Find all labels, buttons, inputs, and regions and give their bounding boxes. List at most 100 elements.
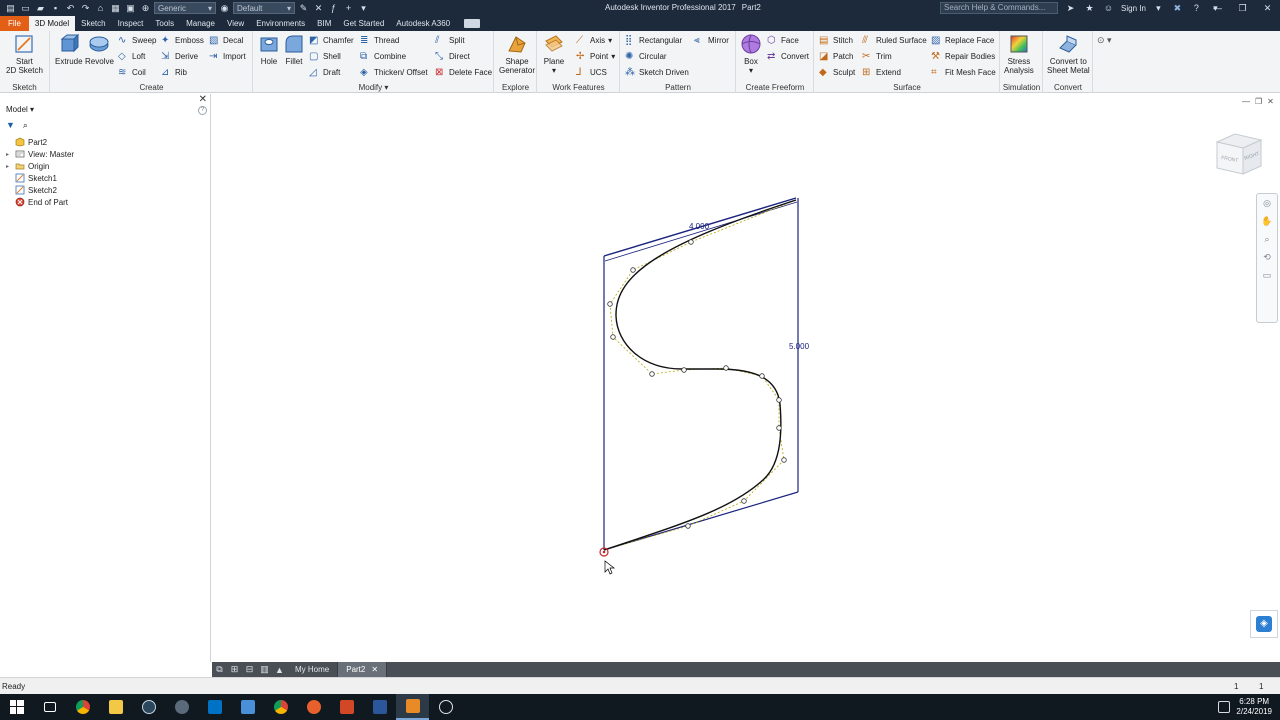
spline-point[interactable] (776, 425, 782, 431)
fit-mesh-face-button[interactable]: ⌗ Fit Mesh Face (931, 66, 996, 79)
spline-point[interactable] (759, 373, 765, 379)
chevron-down-icon[interactable]: ▾ (384, 83, 388, 92)
tab-3d-model[interactable]: 3D Model (28, 16, 76, 31)
filter-icon[interactable]: ▼ (6, 120, 15, 131)
shell-button[interactable]: ▢ Shell (309, 50, 341, 63)
fillet-button[interactable]: Fillet (283, 33, 305, 66)
project-icon[interactable]: ▦ (109, 2, 122, 15)
windows-start-icon[interactable] (0, 694, 33, 720)
tab-manage[interactable]: Manage (180, 16, 221, 31)
split-button[interactable]: ⫽ Split (435, 34, 465, 47)
tile-icon[interactable]: ⊞ (227, 662, 242, 677)
close-icon[interactable]: ✕ (199, 94, 207, 105)
powerpoint-icon[interactable] (330, 694, 363, 720)
rib-button[interactable]: ⊿ Rib (161, 66, 187, 79)
point-button[interactable]: ✢ Point ▾ (576, 50, 615, 63)
cascade-icon[interactable]: ⧉ (212, 662, 227, 677)
tab-part2[interactable]: Part2 ✕ (338, 662, 388, 677)
plus-icon[interactable]: + (342, 2, 355, 15)
sketch-driven-pattern-button[interactable]: ⁂ Sketch Driven (625, 66, 689, 79)
tab-tools[interactable]: Tools (149, 16, 180, 31)
close-x-icon[interactable]: ✖ (1171, 2, 1184, 15)
spline-point[interactable] (776, 397, 782, 403)
spline-point[interactable] (610, 334, 616, 340)
search-go-icon[interactable]: ➤ (1064, 2, 1077, 15)
patch-button[interactable]: ◪ Patch (819, 50, 853, 63)
mirror-button[interactable]: ⫷ Mirror (694, 34, 729, 47)
restore-icon[interactable]: ❐ (1236, 2, 1249, 15)
spline-point[interactable] (630, 267, 636, 273)
browser-header[interactable]: Model ▾ (6, 105, 34, 114)
viewcube[interactable]: FRONT RIGHT (1213, 130, 1265, 180)
tab-inspect[interactable]: Inspect (112, 16, 150, 31)
hole-button[interactable]: Hole (258, 33, 280, 66)
sweep-button[interactable]: ∿ Sweep (118, 34, 156, 47)
start-2d-sketch-button[interactable]: Start 2D Sketch (6, 33, 43, 75)
sketch-profile[interactable] (603, 197, 799, 551)
chrome-2-icon[interactable] (264, 694, 297, 720)
steam-icon[interactable] (132, 694, 165, 720)
tab-get-started[interactable]: Get Started (337, 16, 390, 31)
axis-button[interactable]: ⟋ Axis ▾ (576, 34, 612, 47)
chrome-icon[interactable] (66, 694, 99, 720)
plane-button[interactable]: Plane ▾ (543, 33, 565, 75)
tree-item-sketch1[interactable]: Sketch1 (6, 172, 74, 184)
look-at-icon[interactable]: ▭ (1257, 266, 1277, 284)
tile-horizontal-icon[interactable]: ⊟ (242, 662, 257, 677)
coil-button[interactable]: ≋ Coil (118, 66, 146, 79)
rectangular-pattern-button[interactable]: ⣿ Rectangular (625, 34, 682, 47)
steering-wheel-icon[interactable]: ◎ (1257, 194, 1277, 212)
expand-icon[interactable]: ▸ (6, 163, 12, 170)
customize-icon[interactable]: ▾ (357, 2, 370, 15)
tab-my-home[interactable]: My Home (287, 662, 339, 677)
close-icon[interactable]: ✕ (1261, 2, 1274, 15)
direct-button[interactable]: ⤡ Direct (435, 50, 470, 63)
taskbar-clock[interactable]: 6:28 PM 2/24/2019 (1236, 697, 1272, 717)
spline-point[interactable] (781, 457, 787, 463)
spline-point[interactable] (685, 523, 691, 529)
undo-icon[interactable]: ↶ (64, 2, 77, 15)
decal-button[interactable]: ▧ Decal (209, 34, 243, 47)
zoom-icon[interactable]: ⌕ (1257, 230, 1277, 248)
new-icon[interactable]: ▭ (19, 2, 32, 15)
notification-icon[interactable] (1218, 701, 1230, 713)
spline-point[interactable] (649, 371, 655, 377)
tab-environments[interactable]: Environments (250, 16, 311, 31)
thicken-offset-button[interactable]: ◈ Thicken/ Offset (360, 66, 428, 79)
select-icon[interactable]: ▣ (124, 2, 137, 15)
convert-to-sheet-metal-button[interactable]: Convert to Sheet Metal (1047, 33, 1090, 75)
material-select[interactable]: Generic ▾ (154, 2, 216, 14)
file-explorer-icon[interactable] (99, 694, 132, 720)
delete-face-button[interactable]: ⊠ Delete Face (435, 66, 492, 79)
help-icon[interactable]: ? (198, 106, 207, 115)
loft-button[interactable]: ◇ Loft (118, 50, 145, 63)
emboss-button[interactable]: ✦ Emboss (161, 34, 204, 47)
extend-button[interactable]: ⊞ Extend (862, 66, 901, 79)
import-button[interactable]: ⇥ Import (209, 50, 246, 63)
pan-icon[interactable]: ✋ (1257, 212, 1277, 230)
spline-point[interactable] (723, 365, 729, 371)
dimension-right[interactable]: 5.000 (789, 342, 810, 351)
orbit-icon[interactable]: ⟲ (1257, 248, 1277, 266)
tree-item-end-of-part[interactable]: End of Part (6, 196, 74, 208)
update-icon[interactable]: ⊕ (139, 2, 152, 15)
star-icon[interactable]: ★ (1083, 2, 1096, 15)
expand-icon[interactable]: ▸ (6, 151, 12, 158)
shape-generator-button[interactable]: Shape Generator (499, 33, 535, 75)
sketch-line-bottom[interactable] (603, 491, 799, 551)
draft-button[interactable]: ◿ Draft (309, 66, 340, 79)
sculpt-button[interactable]: ◆ Sculpt (819, 66, 855, 79)
adjust-icon[interactable]: ✎ (297, 2, 310, 15)
tab-view[interactable]: View (221, 16, 250, 31)
minimize-icon[interactable]: — (1211, 2, 1224, 15)
graphics-window[interactable]: — ❐ ✕ 4.000 5.000 (212, 94, 1280, 662)
sketch-viewport[interactable]: 4.000 5.000 (212, 94, 1280, 662)
tree-item-view-master[interactable]: ▸ View: Master (6, 148, 74, 160)
tab-sketch[interactable]: Sketch (75, 16, 111, 31)
thread-button[interactable]: ≣ Thread (360, 34, 399, 47)
tree-item-origin[interactable]: ▸ Origin (6, 160, 74, 172)
box-button[interactable]: Box ▾ (740, 33, 762, 75)
task-view-icon[interactable] (33, 694, 66, 720)
search-input[interactable]: Search Help & Commands... (940, 2, 1058, 14)
face-button[interactable]: ⬡ Face (767, 34, 799, 47)
